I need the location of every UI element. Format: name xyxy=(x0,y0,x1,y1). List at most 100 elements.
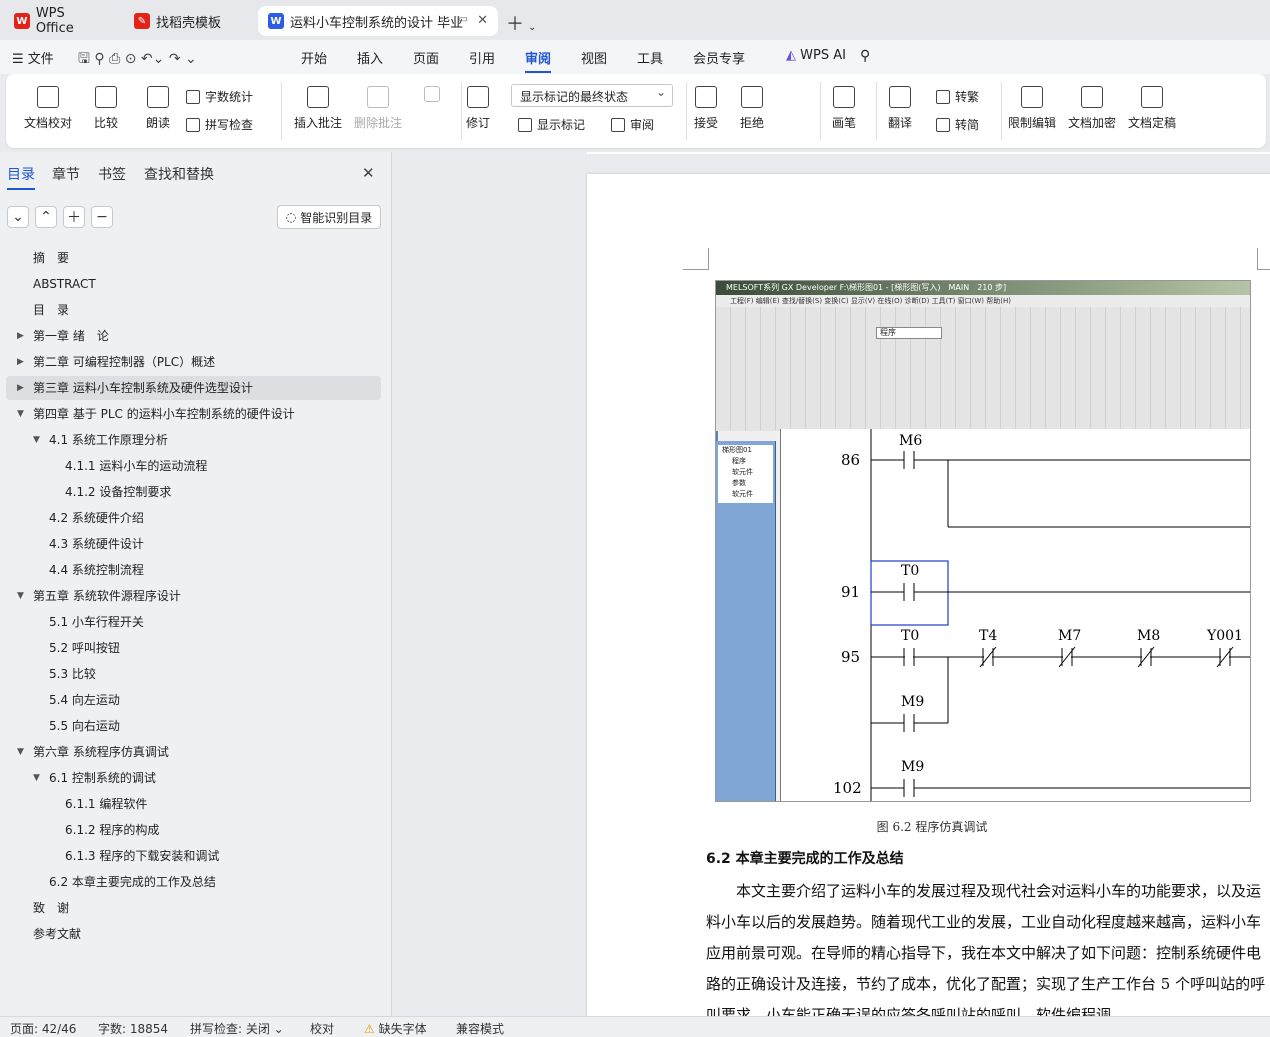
menu-review[interactable]: 审阅 xyxy=(525,48,552,73)
translate-button[interactable]: 翻译 xyxy=(888,86,912,131)
tab-wps-office[interactable]: W WPS Office xyxy=(4,6,116,36)
chevron-down-icon[interactable]: ⌄ xyxy=(528,22,536,33)
proof-button[interactable]: 校对 xyxy=(310,1020,334,1037)
show-markup-button[interactable]: 显示标记 xyxy=(518,116,585,133)
pen-button[interactable]: 画笔 xyxy=(832,86,856,131)
reject-button[interactable]: 拒绝 xyxy=(740,86,764,131)
monitor-icon[interactable]: ▭ xyxy=(459,14,468,25)
delete-comment-button[interactable]: 删除批注 xyxy=(354,86,402,131)
toc-item[interactable]: 4.1.1 运料小车的运动流程 xyxy=(6,454,381,478)
collapse-up-icon[interactable]: ⌃ xyxy=(35,206,57,228)
wps-logo-icon: W xyxy=(14,13,30,29)
margin-mark xyxy=(1257,248,1270,270)
toc-item[interactable]: 4.1.2 设备控制要求 xyxy=(6,480,381,504)
toc-item[interactable]: 5.1 小车行程开关 xyxy=(6,610,381,634)
ribbon-separator xyxy=(686,82,687,140)
tab-find-replace[interactable]: 查找和替换 xyxy=(144,164,214,184)
collapse-arrow-icon[interactable]: ▼ xyxy=(17,402,24,426)
collapse-arrow-icon[interactable]: ▼ xyxy=(33,428,40,452)
toc-item[interactable]: 摘 要 xyxy=(6,246,381,270)
toc-item-label: 第三章 运料小车控制系统及硬件选型设计 xyxy=(33,381,253,395)
menu-member[interactable]: 会员专享 xyxy=(693,48,745,67)
remove-icon[interactable]: − xyxy=(91,206,113,228)
quick-access-icons[interactable]: 🖫 ⚲ ⎙ ⊙ ↶⌄ ↷ ⌄ xyxy=(78,48,197,72)
prev-comment-button[interactable] xyxy=(424,86,440,108)
expand-arrow-icon[interactable]: ▶ xyxy=(17,350,24,374)
read-aloud-icon xyxy=(147,86,169,108)
read-aloud-button[interactable]: 朗读 xyxy=(146,86,170,131)
toc-item[interactable]: 4.4 系统控制流程 xyxy=(6,558,381,582)
smart-toc-button[interactable]: ◌ 智能识别目录 xyxy=(277,205,381,229)
page-indicator[interactable]: 页面: 42/46 xyxy=(10,1020,76,1037)
toc-item[interactable]: 6.1.3 程序的下载安装和调试 xyxy=(6,844,381,868)
toc-item[interactable]: ▼ 4.1 系统工作原理分析 xyxy=(6,428,381,452)
toc-item[interactable]: ABSTRACT xyxy=(6,272,381,296)
missing-font-button[interactable]: ⚠ 缺失字体 xyxy=(364,1020,427,1037)
collapse-arrow-icon[interactable]: ▼ xyxy=(17,740,24,764)
toc-item-label: 5.2 呼叫按钮 xyxy=(49,641,120,655)
encrypt-button[interactable]: 文档加密 xyxy=(1068,86,1116,131)
toc-item[interactable]: 6.1.1 编程软件 xyxy=(6,792,381,816)
toc-item[interactable]: ▶ 第三章 运料小车控制系统及硬件选型设计 xyxy=(6,376,381,400)
menu-bar: ☰ 文件 🖫 ⚲ ⎙ ⊙ ↶⌄ ↷ ⌄ 开始 插入 页面 引用 审阅 视图 工具… xyxy=(0,40,1270,74)
rung-95: 95 T0 T4 M7 M8 Y001 M9 xyxy=(841,628,1250,732)
toc-item-label: 目 录 xyxy=(33,303,70,317)
menu-page[interactable]: 页面 xyxy=(413,48,439,67)
spell-check-button[interactable]: 拼写检查 xyxy=(186,116,253,133)
toc-item[interactable]: ▼ 第四章 基于 PLC 的运料小车控制系统的硬件设计 xyxy=(6,402,381,426)
expand-arrow-icon[interactable]: ▶ xyxy=(17,376,24,400)
toc-item[interactable]: 5.5 向右运动 xyxy=(6,714,381,738)
collapse-arrow-icon[interactable]: ▼ xyxy=(17,584,24,608)
expand-arrow-icon[interactable]: ▶ xyxy=(17,324,24,348)
add-icon[interactable]: ＋ xyxy=(63,206,85,228)
word-count-button[interactable]: 字数统计 xyxy=(186,88,253,105)
toc-item[interactable]: 5.3 比较 xyxy=(6,662,381,686)
markup-state-select[interactable]: 显示标记的最终状态 xyxy=(511,84,673,107)
search-icon[interactable]: ⚲ xyxy=(860,48,870,64)
tab-chapter[interactable]: 章节 xyxy=(52,164,80,184)
track-changes-button[interactable]: 修订 xyxy=(466,86,490,131)
toc-item[interactable]: 4.2 系统硬件介绍 xyxy=(6,506,381,530)
wps-ai-button[interactable]: ◭ WPS AI xyxy=(786,48,846,63)
toc-item[interactable]: 4.3 系统硬件设计 xyxy=(6,532,381,556)
menu-view[interactable]: 视图 xyxy=(581,48,607,67)
review-ribbon: 文档校对 比较 朗读 字数统计 拼写检查 插入批注 删除批注 修订 显示标记的最… xyxy=(6,74,1266,148)
toc-item[interactable]: 6.1.2 程序的构成 xyxy=(6,818,381,842)
review-pane-button[interactable]: 审阅 xyxy=(611,116,654,133)
toc-item[interactable]: 6.2 本章主要完成的工作及总结 xyxy=(6,870,381,894)
tab-document[interactable]: W 运料小车控制系统的设计 毕业 ▭ ✕ xyxy=(258,6,498,36)
doc-check-button[interactable]: 文档校对 xyxy=(24,86,72,131)
collapse-down-icon[interactable]: ⌄ xyxy=(7,206,29,228)
accept-button[interactable]: 接受 xyxy=(694,86,718,131)
toc-item[interactable]: 目 录 xyxy=(6,298,381,322)
file-menu[interactable]: ☰ 文件 xyxy=(12,48,54,67)
close-icon[interactable]: ✕ xyxy=(362,164,375,182)
new-tab-button[interactable]: ＋ ⌄ xyxy=(506,10,536,36)
restrict-edit-button[interactable]: 限制编辑 xyxy=(1008,86,1056,131)
collapse-arrow-icon[interactable]: ▼ xyxy=(33,766,40,790)
finalize-button[interactable]: 文档定稿 xyxy=(1128,86,1176,131)
tab-template[interactable]: ✎ 找稻壳模板 xyxy=(124,6,252,36)
toc-item[interactable]: 致 谢 xyxy=(6,896,381,920)
menu-tools[interactable]: 工具 xyxy=(637,48,663,67)
word-count[interactable]: 字数: 18854 xyxy=(98,1020,168,1037)
menu-reference[interactable]: 引用 xyxy=(469,48,495,67)
menu-insert[interactable]: 插入 xyxy=(357,48,383,67)
toc-item[interactable]: 参考文献 xyxy=(6,922,381,946)
toc-item[interactable]: ▶ 第一章 绪 论 xyxy=(6,324,381,348)
toc-item[interactable]: ▼ 第六章 系统程序仿真调试 xyxy=(6,740,381,764)
tab-toc[interactable]: 目录 xyxy=(7,164,35,190)
to-traditional-button[interactable]: 转繁 xyxy=(936,88,979,105)
close-icon[interactable]: ✕ xyxy=(477,13,488,28)
tab-bookmark[interactable]: 书签 xyxy=(98,164,126,184)
menu-start[interactable]: 开始 xyxy=(301,48,327,67)
toc-item[interactable]: ▼ 6.1 控制系统的调试 xyxy=(6,766,381,790)
toc-item[interactable]: 5.4 向左运动 xyxy=(6,688,381,712)
toc-item[interactable]: ▼ 第五章 系统软件源程序设计 xyxy=(6,584,381,608)
toc-item[interactable]: 5.2 呼叫按钮 xyxy=(6,636,381,660)
compare-button[interactable]: 比较 xyxy=(94,86,118,131)
insert-comment-button[interactable]: 插入批注 xyxy=(294,86,342,131)
toc-item[interactable]: ▶ 第二章 可编程控制器（PLC）概述 xyxy=(6,350,381,374)
to-simplified-button[interactable]: 转简 xyxy=(936,116,979,133)
spell-status[interactable]: 拼写检查: 关闭 ⌄ xyxy=(190,1020,284,1037)
